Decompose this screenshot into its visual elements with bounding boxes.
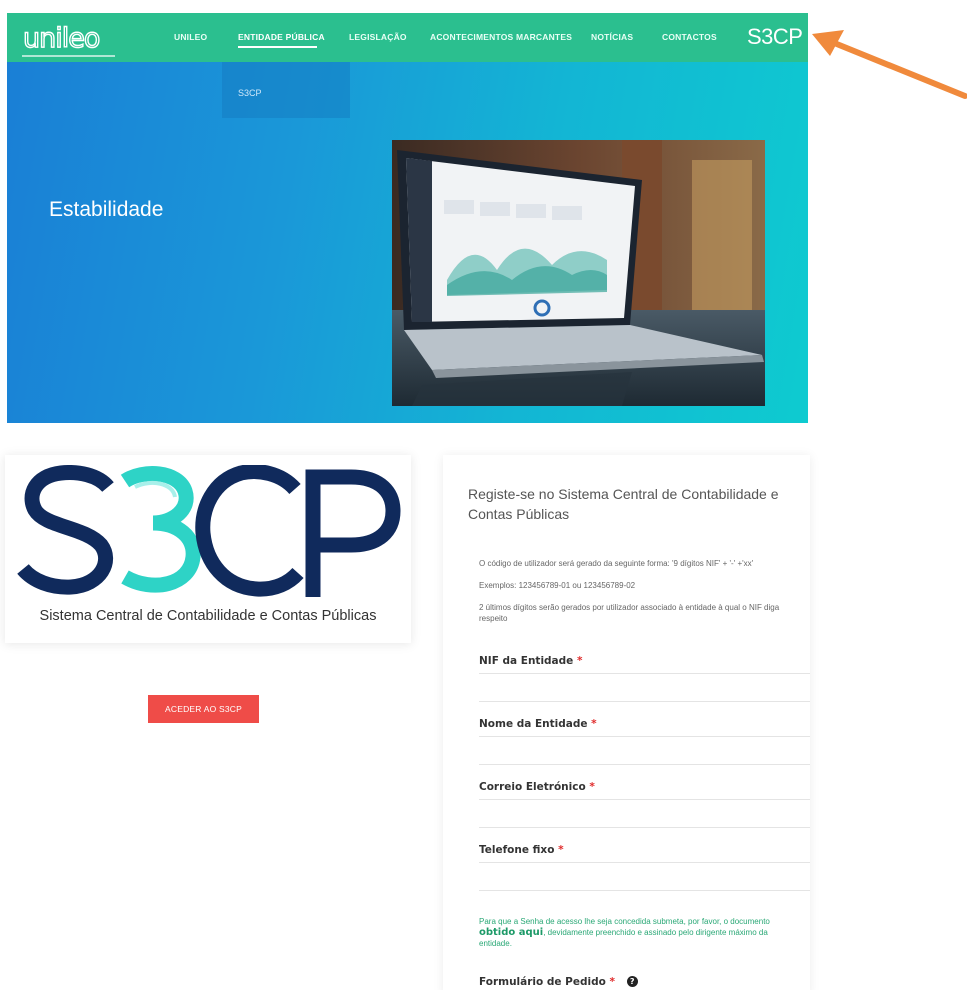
required-marker: * bbox=[609, 976, 616, 988]
document-download-link[interactable]: obtido aqui bbox=[479, 927, 543, 938]
nav-item-unileo[interactable]: UNILEO bbox=[174, 32, 207, 42]
dropdown-item-s3cp[interactable]: S3CP bbox=[238, 88, 262, 98]
email-label-text: Correio Eletrónico bbox=[479, 781, 586, 793]
unileo-logo[interactable]: unileo bbox=[21, 19, 117, 59]
nav-item-noticias[interactable]: NOTÍCIAS bbox=[591, 32, 633, 42]
entity-name-input[interactable] bbox=[479, 736, 810, 765]
form-note-examples: Exemplos: 123456789-01 ou 123456789-02 bbox=[479, 581, 636, 590]
request-form-field-label: Formulário de Pedido * ? bbox=[479, 976, 638, 988]
phone-field-label: Telefone fixo * bbox=[479, 844, 564, 856]
nav-item-legislacao[interactable]: LEGISLAÇÃO bbox=[349, 32, 407, 42]
form-note-last-digits: 2 últimos dígitos serão gerados por util… bbox=[479, 603, 780, 623]
access-s3cp-button[interactable]: ACEDER AO S3CP bbox=[148, 695, 259, 723]
nif-field-label: NIF da Entidade * bbox=[479, 655, 582, 667]
registration-form-card: Registe-se no Sistema Central de Contabi… bbox=[443, 455, 810, 990]
email-input[interactable] bbox=[479, 799, 810, 828]
entity-name-label-text: Nome da Entidade bbox=[479, 718, 588, 730]
nav-active-indicator bbox=[238, 46, 317, 48]
hero-banner: S3CP Estabilidade bbox=[7, 62, 808, 423]
top-navbar: unileo UNILEO ENTIDADE PÚBLICA LEGISLAÇÃ… bbox=[7, 13, 808, 62]
submission-text-before: Para que a Senha de acesso lhe seja conc… bbox=[479, 917, 770, 926]
submission-instructions: Para que a Senha de acesso lhe seja conc… bbox=[479, 916, 789, 949]
s3cp-logo bbox=[17, 465, 401, 597]
required-marker: * bbox=[558, 844, 564, 856]
nif-input[interactable] bbox=[479, 673, 810, 702]
page: unileo UNILEO ENTIDADE PÚBLICA LEGISLAÇÃ… bbox=[0, 0, 967, 990]
phone-input[interactable] bbox=[479, 862, 810, 891]
annotation-arrow-icon bbox=[812, 30, 967, 99]
request-form-label-text: Formulário de Pedido bbox=[479, 976, 606, 988]
help-icon[interactable]: ? bbox=[626, 976, 638, 987]
required-marker: * bbox=[576, 655, 583, 667]
email-field-label: Correio Eletrónico * bbox=[479, 781, 595, 793]
s3cp-logo-caption: Sistema Central de Contabilidade e Conta… bbox=[39, 608, 377, 624]
unileo-logo-mark: unileo bbox=[22, 22, 115, 57]
form-note-user-code: O código de utilizador será gerado da se… bbox=[479, 559, 754, 568]
nav-dropdown-menu: S3CP bbox=[222, 62, 350, 118]
entity-name-field-label: Nome da Entidade * bbox=[479, 718, 597, 730]
nav-item-entidade-publica[interactable]: ENTIDADE PÚBLICA bbox=[238, 32, 325, 42]
unileo-logo-text: unileo bbox=[23, 23, 100, 54]
hero-title: Estabilidade bbox=[49, 198, 164, 221]
laptop-photo-illustration bbox=[392, 140, 765, 406]
nav-item-contactos[interactable]: CONTACTOS bbox=[662, 32, 717, 42]
s3cp-logo-card: Sistema Central de Contabilidade e Conta… bbox=[5, 455, 411, 643]
required-marker: * bbox=[591, 718, 597, 730]
hero-laptop-image bbox=[392, 140, 765, 406]
form-title: Registe-se no Sistema Central de Contabi… bbox=[468, 486, 779, 522]
phone-label-text: Telefone fixo bbox=[479, 844, 555, 856]
nav-brand-s3cp[interactable]: S3CP bbox=[747, 24, 803, 50]
nav-item-acontecimentos-marcantes[interactable]: ACONTECIMENTOS MARCANTES bbox=[430, 32, 572, 42]
required-marker: * bbox=[589, 781, 595, 793]
nif-label-text: NIF da Entidade bbox=[479, 655, 574, 667]
